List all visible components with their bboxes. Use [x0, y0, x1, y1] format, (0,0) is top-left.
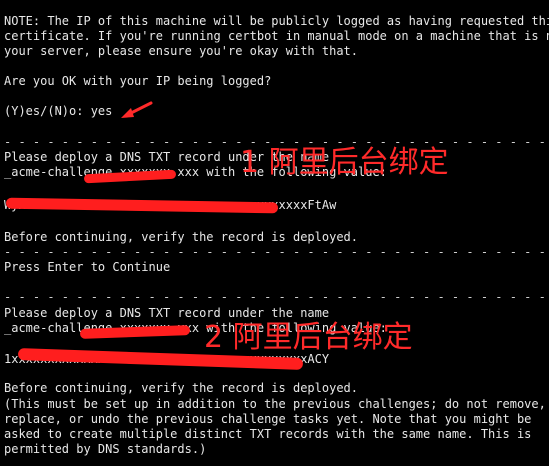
- separator-3: - - - - - - - - - - - - - - - - - - - - …: [4, 290, 549, 304]
- note-line-2: certificate. If you're running certbot i…: [4, 29, 549, 43]
- separator-2: - - - - - - - - - - - - - - - - - - - - …: [4, 245, 549, 259]
- ip-log-answer: (Y)es/(N)o: yes: [4, 104, 113, 118]
- red-arrow-icon: [121, 101, 153, 118]
- deploy-instruction-2: Please deploy a DNS TXT record under the…: [4, 306, 330, 320]
- ip-log-question: Are you OK with your IP being logged?: [4, 74, 272, 88]
- terminal-window: NOTE: The IP of this machine will be pub…: [0, 0, 549, 466]
- note-line-1: NOTE: The IP of this machine will be pub…: [4, 14, 549, 28]
- info-line-1: (This must be set up in addition to the …: [4, 397, 546, 411]
- press-enter-prompt: Press Enter to Continue: [4, 260, 171, 274]
- annotation-aliyun-binding-2: 2 阿里后台绑定: [204, 320, 413, 355]
- info-line-2: replace, or undo the previous challenge …: [4, 412, 532, 426]
- info-line-4: permitted by DNS standards.): [4, 442, 207, 456]
- note-line-3: your server, please ensure you're okay w…: [4, 44, 359, 58]
- verify-line-1: Before continuing, verify the record is …: [4, 230, 359, 244]
- annotation-aliyun-binding-1: 1 阿里后台绑定: [240, 145, 449, 180]
- info-line-3: asked to create multiple distinct TXT re…: [4, 427, 532, 441]
- verify-line-2: Before continuing, verify the record is …: [4, 381, 359, 395]
